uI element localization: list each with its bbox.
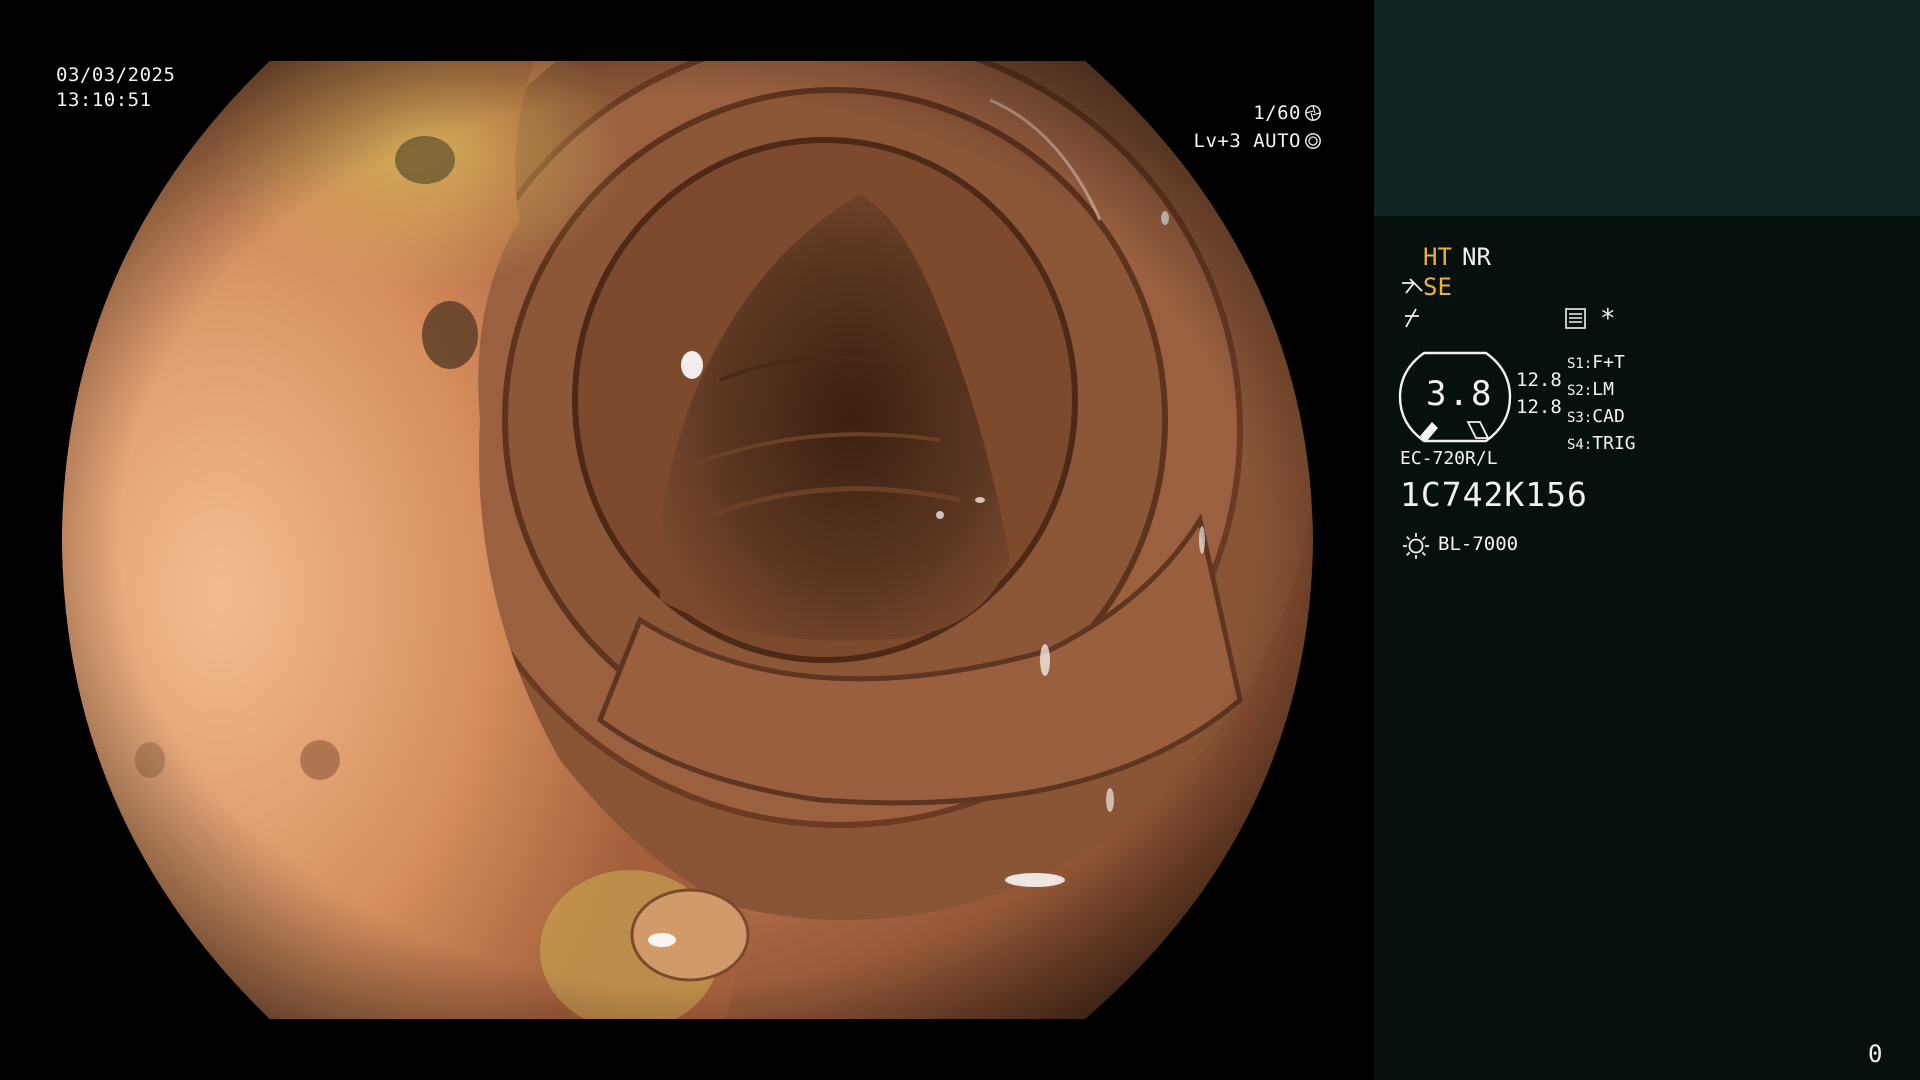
switch-value: TRIG xyxy=(1592,433,1636,454)
mode-nr: NR xyxy=(1462,243,1491,271)
value-b: 12.8 xyxy=(1516,396,1562,418)
info-panel-top xyxy=(1374,0,1920,216)
auto-iris-icon xyxy=(1305,133,1321,149)
video-area: 03/03/2025 13:10:51 1/60 Lv+3 AUTO xyxy=(0,0,1374,1080)
light-source: BL-7000 xyxy=(1438,533,1519,555)
scope-model: EC-720R/L xyxy=(1400,448,1498,469)
mode-se: SE xyxy=(1423,273,1452,301)
switch-value: LM xyxy=(1592,379,1614,400)
endoscope-image xyxy=(62,61,1313,1019)
light-icon xyxy=(1403,533,1429,559)
shutter-speed: 1/60 xyxy=(1253,101,1301,124)
mode-ht: HT xyxy=(1423,243,1452,271)
switch-row: S3:CAD xyxy=(1567,404,1636,431)
switch-key: S3: xyxy=(1567,410,1593,426)
switch-row: S2:LM xyxy=(1567,377,1636,404)
switch-key: S2: xyxy=(1567,383,1593,399)
iris-mode: Lv+3 AUTO xyxy=(1193,129,1301,152)
switch-value: F+T xyxy=(1592,352,1625,373)
slash-icon xyxy=(1405,308,1419,328)
value-a: 12.8 xyxy=(1516,369,1562,391)
frame-counter: 0 xyxy=(1868,1040,1883,1068)
shutter-icon xyxy=(1305,105,1321,121)
time-text: 13:10:51 xyxy=(56,89,152,111)
scope-serial: 1C742K156 xyxy=(1400,475,1588,514)
datetime: 03/03/2025 13:10:51 xyxy=(56,63,175,113)
switch-list: S1:F+T S2:LM S3:CAD S4:TRIG xyxy=(1567,350,1636,458)
exposure-info: 1/60 Lv+3 AUTO xyxy=(1194,99,1322,155)
asterisk-mark: * xyxy=(1600,304,1616,334)
gauge-value: 3.8 xyxy=(1426,374,1494,414)
menu-icon xyxy=(1565,308,1586,329)
date-text: 03/03/2025 xyxy=(56,64,176,86)
switch-key: S1: xyxy=(1567,356,1593,372)
switch-row: S4:TRIG xyxy=(1567,431,1636,458)
se-icon xyxy=(1402,278,1423,294)
info-panel-bottom xyxy=(1374,216,1920,1080)
switch-row: S1:F+T xyxy=(1567,350,1636,377)
switch-value: CAD xyxy=(1592,406,1625,427)
switch-key: S4: xyxy=(1567,437,1593,453)
